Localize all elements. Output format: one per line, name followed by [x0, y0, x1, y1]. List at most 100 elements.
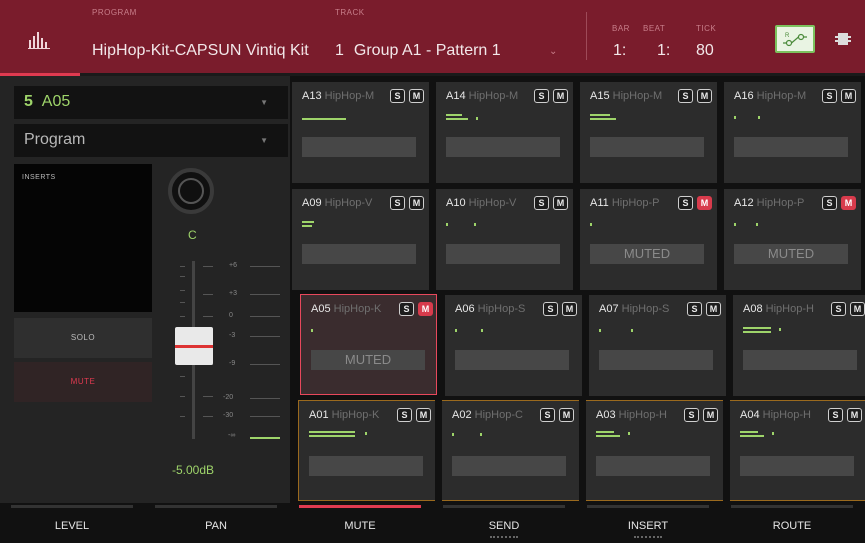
- pad-a16[interactable]: A16 HipHop-M S M: [724, 82, 861, 183]
- pad-sample-name: HipHop-H: [618, 409, 667, 421]
- pad-sample-name: HipHop-M: [468, 90, 519, 102]
- pad-mute-button[interactable]: M: [703, 408, 718, 422]
- scale-label: -∞: [228, 432, 236, 439]
- pad-a07[interactable]: A07 HipHop-S S M: [589, 295, 726, 396]
- tab-mute[interactable]: MUTE: [288, 503, 432, 543]
- pad-sample-name: HipHop-V: [324, 197, 373, 209]
- pad-mute-status: [455, 350, 569, 370]
- pad-mute-button[interactable]: M: [841, 89, 856, 103]
- tick-value[interactable]: 80: [696, 42, 714, 60]
- cpu-icon[interactable]: [835, 33, 851, 45]
- pad-a15[interactable]: A15 HipHop-M S M: [580, 82, 717, 183]
- pad-mute-button[interactable]: M: [706, 302, 721, 316]
- pad-mute-button[interactable]: M: [416, 408, 431, 422]
- level-fader[interactable]: [175, 327, 213, 365]
- pad-mute-button[interactable]: M: [562, 302, 577, 316]
- pad-solo-button[interactable]: S: [397, 408, 412, 422]
- level-db-value: -5.00dB: [172, 463, 215, 477]
- scale-label: 0: [229, 312, 233, 319]
- track-dropdown-icon[interactable]: ⌄: [549, 46, 557, 57]
- pad-solo-button[interactable]: S: [543, 302, 558, 316]
- pad-solo-button[interactable]: S: [687, 302, 702, 316]
- pad-a10[interactable]: A10 HipHop-V S M: [436, 189, 573, 290]
- pad-mute-status: [446, 244, 560, 264]
- pad-sample-name: HipHop-S: [477, 303, 526, 315]
- pad-mute-button[interactable]: M: [847, 408, 862, 422]
- pad-name: A05: [41, 93, 71, 110]
- pad-solo-button[interactable]: S: [678, 89, 693, 103]
- pad-a04[interactable]: A04 HipHop-H S M: [730, 400, 865, 501]
- pad-solo-button[interactable]: S: [390, 89, 405, 103]
- pad-solo-button[interactable]: S: [828, 408, 843, 422]
- pad-mute-button[interactable]: M: [418, 302, 433, 316]
- pad-number: 5: [24, 93, 33, 110]
- pad-solo-button[interactable]: S: [822, 196, 837, 210]
- pad-mute-button[interactable]: M: [409, 196, 424, 210]
- pad-mute-button[interactable]: M: [841, 196, 856, 210]
- solo-button[interactable]: SOLO: [14, 318, 152, 358]
- pad-mute-button[interactable]: M: [559, 408, 574, 422]
- pad-id: A01: [309, 409, 329, 421]
- route-icon: R: [783, 33, 807, 47]
- pad-solo-button[interactable]: S: [540, 408, 555, 422]
- pad-mute-status: [302, 244, 416, 264]
- pad-mute-button[interactable]: M: [553, 196, 568, 210]
- pad-mute-status: [734, 137, 848, 157]
- pad-a11[interactable]: A11 HipHop-P S M MUTED: [580, 189, 717, 290]
- pad-mute-button[interactable]: M: [850, 302, 865, 316]
- bar-value[interactable]: 1:: [613, 42, 626, 60]
- pad-grid: A13 HipHop-M S M A14 HipHop-M S M A15 Hi…: [290, 76, 865, 503]
- track-selector[interactable]: 1 Group A1 - Pattern 1: [335, 42, 501, 60]
- tab-label: INSERT: [627, 520, 669, 532]
- tab-pan[interactable]: PAN: [144, 503, 288, 543]
- mpc-logo-icon[interactable]: [28, 30, 50, 50]
- mode-selector[interactable]: Program ▼: [14, 124, 288, 157]
- pad-mute-status: [599, 350, 713, 370]
- pad-selector[interactable]: 5 A05 ▼: [14, 86, 288, 119]
- tab-insert[interactable]: INSERT: [576, 503, 720, 543]
- pad-sample-name: HipHop-M: [756, 90, 807, 102]
- pad-solo-button[interactable]: S: [684, 408, 699, 422]
- pad-solo-button[interactable]: S: [678, 196, 693, 210]
- inserts-panel[interactable]: INSERTS: [14, 164, 152, 312]
- scale-label: -30: [223, 412, 234, 419]
- pad-solo-button[interactable]: S: [534, 89, 549, 103]
- pad-a08[interactable]: A08 HipHop-H S M: [733, 295, 865, 396]
- pad-a02[interactable]: A02 HipHop-C S M: [442, 400, 579, 501]
- mute-button[interactable]: MUTE: [14, 362, 152, 402]
- pad-mute-button[interactable]: M: [697, 89, 712, 103]
- level-meter: [250, 437, 280, 439]
- pad-a13[interactable]: A13 HipHop-M S M: [292, 82, 429, 183]
- program-dropdown-icon[interactable]: ⌄: [300, 46, 308, 57]
- pad-solo-button[interactable]: S: [399, 302, 414, 316]
- pad-mute-button[interactable]: M: [697, 196, 712, 210]
- midi-route-button[interactable]: R: [775, 25, 815, 53]
- tab-level[interactable]: LEVEL: [0, 503, 144, 543]
- scale-label: -9: [229, 360, 236, 367]
- tab-route[interactable]: ROUTE: [720, 503, 864, 543]
- pad-a01[interactable]: A01 HipHop-K S M: [298, 400, 435, 501]
- scale-label: -3: [229, 332, 236, 339]
- pad-solo-button[interactable]: S: [822, 89, 837, 103]
- program-name[interactable]: HipHop-Kit-CAPSUN Vintiq Kit: [92, 42, 309, 60]
- pad-a14[interactable]: A14 HipHop-M S M: [436, 82, 573, 183]
- pad-a06[interactable]: A06 HipHop-S S M: [445, 295, 582, 396]
- pad-a09[interactable]: A09 HipHop-V S M: [292, 189, 429, 290]
- pad-mute-status: [452, 456, 566, 476]
- beat-value[interactable]: 1:: [657, 42, 670, 60]
- pad-solo-button[interactable]: S: [534, 196, 549, 210]
- tab-send[interactable]: SEND: [432, 503, 576, 543]
- pad-a12[interactable]: A12 HipHop-P S M MUTED: [724, 189, 861, 290]
- pad-id: A14: [446, 90, 466, 102]
- pad-sample-name: HipHop-K: [331, 409, 380, 421]
- pad-mute-button[interactable]: M: [553, 89, 568, 103]
- pad-mute-button[interactable]: M: [409, 89, 424, 103]
- pad-a03[interactable]: A03 HipHop-H S M: [586, 400, 723, 501]
- pad-mute-status: MUTED: [311, 350, 425, 370]
- pad-solo-button[interactable]: S: [390, 196, 405, 210]
- pan-knob[interactable]: [168, 168, 214, 214]
- pad-id: A02: [452, 409, 472, 421]
- pad-solo-button[interactable]: S: [831, 302, 846, 316]
- top-bar: PROGRAM HipHop-Kit-CAPSUN Vintiq Kit ⌄ T…: [0, 0, 865, 73]
- pad-a05[interactable]: A05 HipHop-K S M MUTED: [300, 294, 437, 395]
